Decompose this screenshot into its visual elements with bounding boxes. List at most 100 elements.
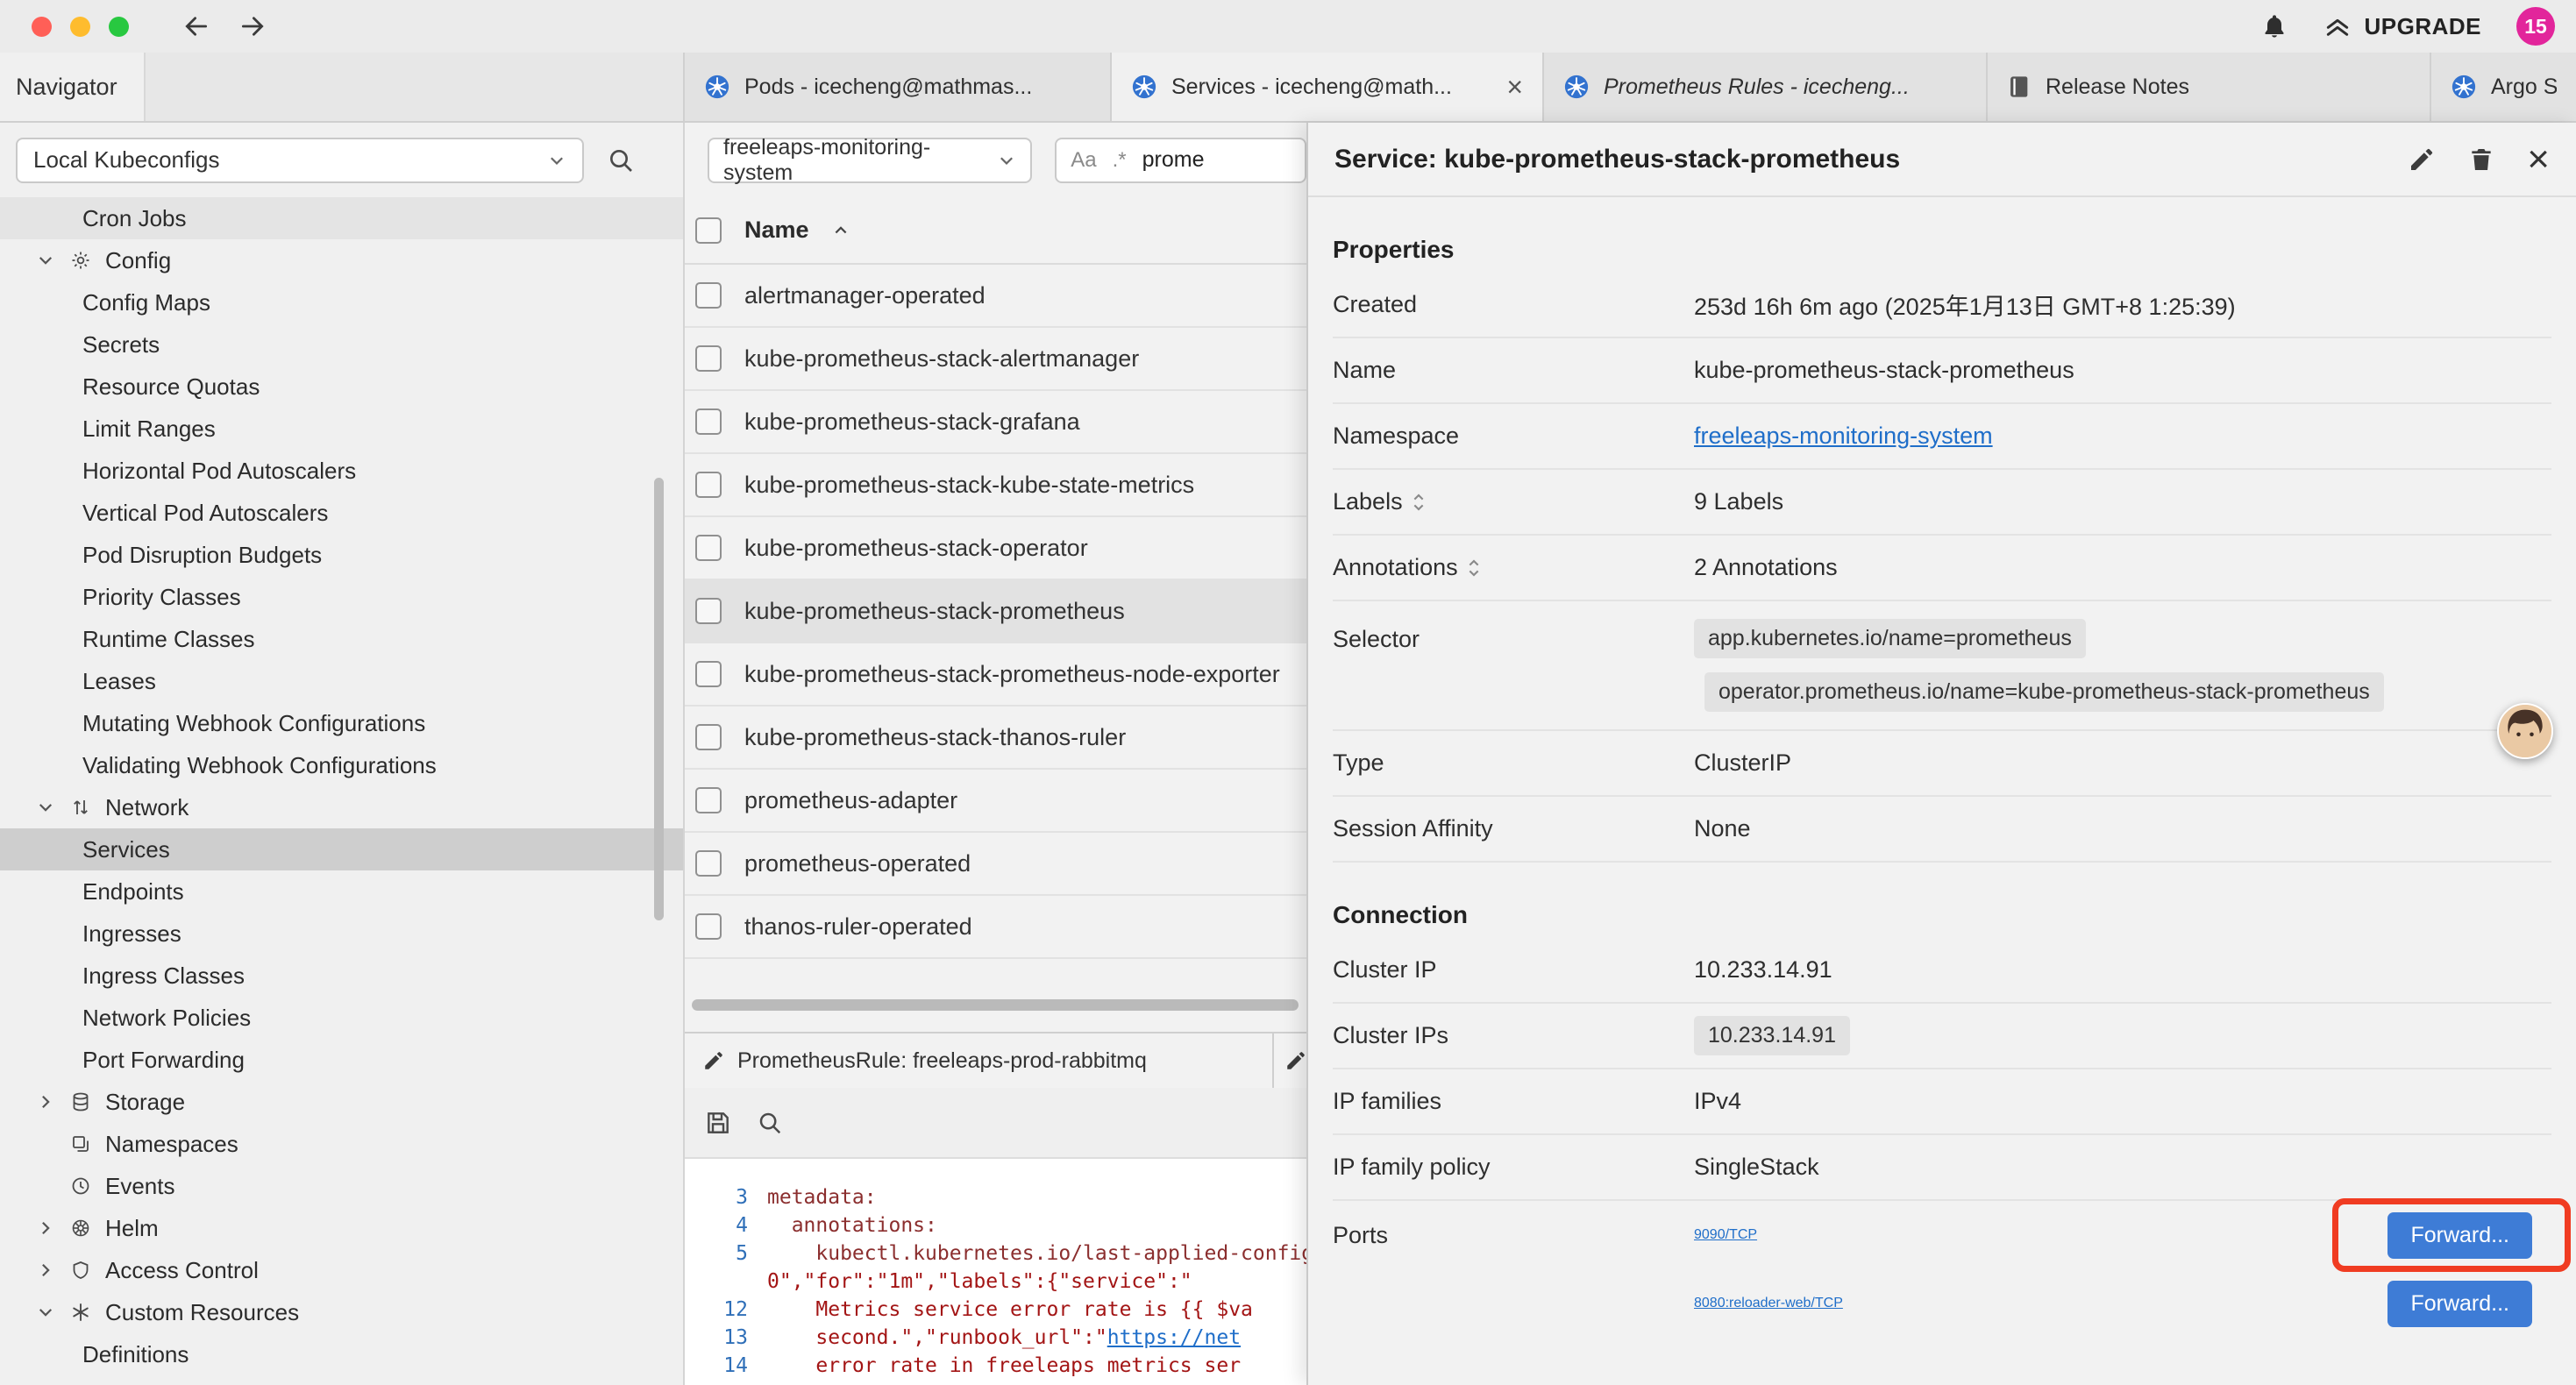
chevron-down-icon[interactable] — [35, 252, 56, 269]
namespace-filter[interactable]: freeleaps-monitoring-system — [708, 138, 1032, 183]
sidebar-item-ingress-classes[interactable]: Ingress Classes — [0, 955, 683, 997]
sidebar-item-port-forwarding[interactable]: Port Forwarding — [0, 1039, 683, 1081]
table-row[interactable]: prometheus-operated — [685, 833, 1306, 896]
row-checkbox[interactable] — [695, 787, 722, 813]
notification-count-badge[interactable]: 15 — [2516, 7, 2555, 46]
chevron-down-icon[interactable] — [35, 799, 56, 816]
back-button[interactable] — [181, 11, 211, 41]
row-checkbox[interactable] — [695, 724, 722, 750]
sidebar-item-leases[interactable]: Leases — [0, 660, 683, 702]
table-row[interactable]: kube-prometheus-stack-kube-state-metrics — [685, 454, 1306, 517]
row-checkbox[interactable] — [695, 282, 722, 309]
tab-argo[interactable]: Argo Se — [2430, 53, 2576, 121]
port-link[interactable]: 9090/TCP — [1694, 1227, 2387, 1243]
sidebar-scrollbar[interactable] — [654, 478, 664, 920]
sidebar-item-vertical-pod-autoscalers[interactable]: Vertical Pod Autoscalers — [0, 492, 683, 534]
table-search-input[interactable]: Aa .* prome — [1055, 138, 1306, 183]
sidebar-item-horizontal-pod-autoscalers[interactable]: Horizontal Pod Autoscalers — [0, 450, 683, 492]
horizontal-scrollbar[interactable] — [692, 999, 1299, 1011]
sidebar-item-access-control[interactable]: Access Control — [0, 1249, 683, 1291]
tab-prometheus-rules[interactable]: Prometheus Rules - icecheng... — [1542, 53, 1986, 121]
editor-save-button[interactable] — [704, 1109, 732, 1137]
table-row[interactable]: kube-prometheus-stack-alertmanager — [685, 328, 1306, 391]
forward-button[interactable] — [238, 11, 267, 41]
sidebar-item-secrets[interactable]: Secrets — [0, 323, 683, 366]
expand-collapse-icon[interactable] — [1467, 558, 1481, 579]
row-checkbox[interactable] — [695, 345, 722, 372]
match-case-toggle[interactable]: Aa — [1071, 148, 1096, 173]
editor-search-button[interactable] — [757, 1110, 783, 1136]
tab-close-icon[interactable]: × — [1506, 73, 1523, 101]
row-checkbox[interactable] — [695, 850, 722, 877]
window-minimize-button[interactable] — [70, 17, 90, 37]
delete-button[interactable] — [2467, 146, 2495, 174]
sidebar-search-button[interactable] — [607, 146, 635, 174]
kubeconfig-selector[interactable]: Local Kubeconfigs — [16, 138, 584, 183]
sidebar-item-namespaces[interactable]: Namespaces — [0, 1123, 683, 1165]
sidebar-item-resource-quotas[interactable]: Resource Quotas — [0, 366, 683, 408]
sidebar-item-network-policies[interactable]: Network Policies — [0, 997, 683, 1039]
sidebar-item-events[interactable]: Events — [0, 1165, 683, 1207]
table-row[interactable]: thanos-ruler-operated — [685, 896, 1306, 959]
forward-button-8080[interactable]: Forward... — [2387, 1281, 2532, 1327]
sidebar-item-pod-disruption-budgets[interactable]: Pod Disruption Budgets — [0, 534, 683, 576]
row-checkbox[interactable] — [695, 913, 722, 940]
window-zoom-button[interactable] — [109, 17, 129, 37]
notifications-button[interactable] — [2260, 12, 2288, 40]
sidebar-item-storage[interactable]: Storage — [0, 1081, 683, 1123]
tab-services[interactable]: Services - icecheng@math... × — [1110, 53, 1542, 121]
navigator-panel-header[interactable]: Navigator — [0, 53, 146, 121]
sort-ascending-icon[interactable] — [832, 222, 850, 239]
tabbar-spacer — [146, 53, 683, 121]
table-row[interactable]: kube-prometheus-stack-prometheus-node-ex… — [685, 643, 1306, 707]
table-row[interactable]: prometheus-adapter — [685, 770, 1306, 833]
close-drawer-button[interactable]: × — [2527, 140, 2550, 179]
window-close-button[interactable] — [32, 17, 52, 37]
name-column-header[interactable]: Name — [744, 217, 809, 244]
chevron-right-icon[interactable] — [35, 1261, 56, 1279]
sidebar-item-helm[interactable]: Helm — [0, 1207, 683, 1249]
chevron-right-icon[interactable] — [35, 1093, 56, 1111]
table-row[interactable]: alertmanager-operated — [685, 265, 1306, 328]
sidebar-item-endpoints[interactable]: Endpoints — [0, 870, 683, 913]
table-row[interactable]: kube-prometheus-stack-operator — [685, 517, 1306, 580]
table-row[interactable]: kube-prometheus-stack-grafana — [685, 391, 1306, 454]
upgrade-button[interactable]: UPGRADE — [2323, 12, 2481, 40]
tab-release-notes[interactable]: Release Notes — [1986, 53, 2430, 121]
namespace-link[interactable]: freeleaps-monitoring-system — [1694, 423, 1993, 449]
sidebar-item-ingresses[interactable]: Ingresses — [0, 913, 683, 955]
sidebar-item-limit-ranges[interactable]: Limit Ranges — [0, 408, 683, 450]
chevron-down-icon[interactable] — [35, 1303, 56, 1321]
row-checkbox[interactable] — [695, 472, 722, 498]
expand-collapse-icon[interactable] — [1412, 492, 1426, 513]
yaml-editor[interactable]: 3metadata: 4 annotations: 5 kubectl.kube… — [685, 1159, 1306, 1385]
row-checkbox[interactable] — [695, 535, 722, 561]
row-checkbox[interactable] — [695, 661, 722, 687]
regex-toggle[interactable]: .* — [1113, 148, 1127, 173]
sidebar-item-network[interactable]: Network — [0, 786, 683, 828]
sidebar-item-definitions[interactable]: Definitions — [0, 1333, 683, 1375]
select-all-checkbox[interactable] — [695, 217, 722, 244]
chevron-right-icon[interactable] — [35, 1219, 56, 1237]
sidebar-item-mutating-webhook-configurations[interactable]: Mutating Webhook Configurations — [0, 702, 683, 744]
sidebar-item-custom-resources[interactable]: Custom Resources — [0, 1291, 683, 1333]
url-link[interactable]: https://net — [1107, 1326, 1241, 1349]
editor-tab-next[interactable] — [1274, 1033, 1306, 1088]
editor-tab-prometheusrule[interactable]: PrometheusRule: freeleaps-prod-rabbitmq — [685, 1033, 1274, 1088]
sidebar-item-priority-classes[interactable]: Priority Classes — [0, 576, 683, 618]
port-link[interactable]: 8080:reloader-web/TCP — [1694, 1296, 2387, 1311]
sidebar-item-services[interactable]: Services — [0, 828, 683, 870]
sidebar-item-config[interactable]: Config — [0, 239, 683, 281]
sidebar-item-validating-webhook-configurations[interactable]: Validating Webhook Configurations — [0, 744, 683, 786]
forward-button-9090[interactable]: Forward... — [2387, 1212, 2532, 1259]
row-checkbox[interactable] — [695, 408, 722, 435]
edit-button[interactable] — [2408, 146, 2436, 174]
sidebar-item-cron-jobs[interactable]: Cron Jobs — [0, 197, 683, 239]
sidebar-item-runtime-classes[interactable]: Runtime Classes — [0, 618, 683, 660]
user-avatar[interactable] — [2497, 703, 2553, 759]
table-row-selected[interactable]: kube-prometheus-stack-prometheus — [685, 580, 1306, 643]
table-row[interactable]: kube-prometheus-stack-thanos-ruler — [685, 707, 1306, 770]
tab-pods[interactable]: Pods - icecheng@mathmas... — [683, 53, 1110, 121]
row-checkbox[interactable] — [695, 598, 722, 624]
sidebar-item-config-maps[interactable]: Config Maps — [0, 281, 683, 323]
